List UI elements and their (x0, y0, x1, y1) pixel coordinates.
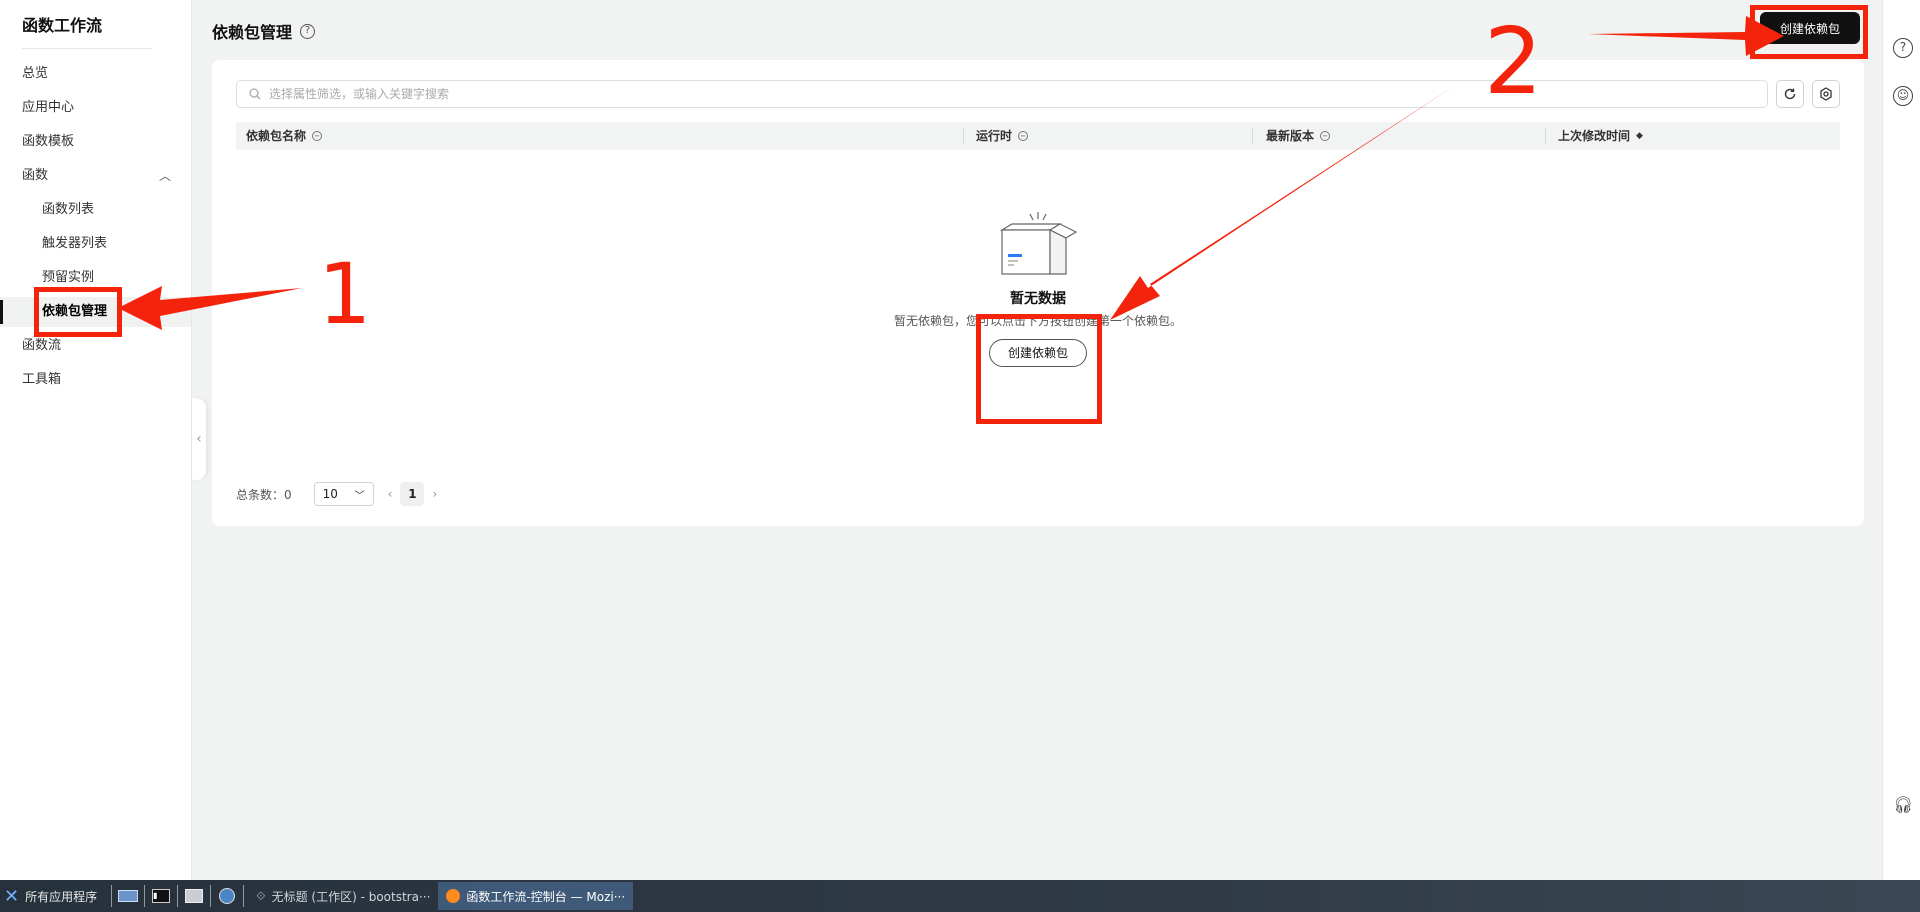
annotation-number-2: 2 (1484, 8, 1543, 115)
annotation-box-2 (1750, 5, 1868, 59)
help-circle-icon[interactable]: ? (1893, 38, 1913, 58)
sidebar-item-label: 函数 (22, 168, 49, 183)
xfce-logo-icon: ✕ (4, 885, 20, 907)
terminal-icon[interactable]: ▮ (149, 886, 173, 906)
sidebar: 函数工作流 总览 应用中心 函数模板 函数 ︿ 函数列表 触发器列表 预留实例 … (0, 0, 192, 880)
sidebar-item-templates[interactable]: 函数模板 (0, 127, 191, 157)
column-separator (1252, 128, 1253, 144)
annotation-box-1 (34, 287, 122, 337)
sidebar-item-trigger-list[interactable]: 触发器列表 (0, 229, 191, 259)
taskbar: ✕ 所有应用程序 ▮ ⟐ 无标题 (工作区) - bootstra··· 函数工… (0, 880, 1920, 912)
taskbar-task-vscode[interactable]: ⟐ 无标题 (工作区) - bootstra··· (248, 882, 438, 910)
vscode-icon: ⟐ (256, 888, 266, 903)
sidebar-item-toolbox[interactable]: 工具箱 (0, 365, 191, 395)
empty-box-icon (999, 212, 1078, 275)
settings-button[interactable] (1812, 80, 1840, 108)
sidebar-item-overview[interactable]: 总览 (0, 59, 191, 89)
firefox-icon (446, 889, 461, 903)
column-last-modified[interactable]: 上次修改时间 ◆ (1558, 122, 1643, 150)
page-title-text: 依赖包管理 (212, 23, 293, 42)
column-separator (963, 128, 964, 144)
filter-icon[interactable]: − (1320, 131, 1331, 141)
page-size-select[interactable]: 10 ﹀ (313, 482, 374, 506)
prev-page-button[interactable]: ‹ (388, 487, 393, 501)
refresh-button[interactable] (1776, 80, 1804, 108)
empty-title: 暂无数据 (1010, 291, 1066, 307)
page-title: 依赖包管理 ? (212, 19, 316, 43)
pagination: 总条数：0 10 ﹀ ‹ 1 › (236, 482, 437, 506)
refresh-icon (1784, 88, 1796, 100)
chevron-down-icon: ﹀ (354, 490, 365, 502)
sidebar-collapse-button[interactable]: ‹ (192, 398, 206, 480)
filter-icon[interactable]: − (1018, 131, 1029, 141)
column-separator (1545, 128, 1546, 144)
taskbar-task-firefox[interactable]: 函数工作流-控制台 — Mozi··· (438, 882, 634, 910)
annotation-box-3 (976, 314, 1102, 424)
smiley-feedback-icon[interactable]: ☺ (1893, 86, 1913, 106)
file-manager-icon[interactable] (182, 886, 206, 906)
annotation-number-1: 1 (318, 245, 372, 343)
total-count: 总条数：0 (236, 487, 292, 502)
chevron-up-icon: ︿ (158, 169, 171, 183)
search-icon (249, 88, 261, 100)
next-page-button[interactable]: › (432, 487, 437, 501)
right-rail: ? ☺ 🎧︎ (1882, 0, 1920, 880)
sidebar-item-functions[interactable]: 函数 ︿ (0, 161, 191, 191)
column-name[interactable]: 依赖包名称 − (246, 122, 323, 150)
sort-icon[interactable]: ◆ (1636, 122, 1643, 150)
sidebar-title: 函数工作流 (22, 16, 103, 35)
show-desktop-icon[interactable] (116, 886, 140, 906)
page-number-button[interactable]: 1 (400, 482, 425, 506)
taskbar-separator (243, 885, 245, 907)
web-browser-icon[interactable] (215, 886, 239, 906)
headset-support-icon[interactable]: 🎧︎ (1893, 796, 1913, 816)
column-latest-version[interactable]: 最新版本 − (1266, 122, 1331, 150)
gear-icon (1820, 87, 1832, 101)
chevron-left-icon: ‹ (196, 431, 202, 447)
dependency-card: 依赖包名称− 运行时− 最新版本− 上次修改时间◆ 暂无数据 暂无依赖包，您可以… (212, 60, 1864, 526)
sidebar-item-function-list[interactable]: 函数列表 (0, 195, 191, 225)
taskbar-separator (210, 885, 212, 907)
taskbar-separator (111, 885, 113, 907)
column-runtime[interactable]: 运行时 − (976, 122, 1029, 150)
taskbar-separator (177, 885, 179, 907)
search-input[interactable] (269, 87, 1669, 101)
start-menu-button[interactable]: ✕ 所有应用程序 (0, 880, 107, 912)
sidebar-item-app-center[interactable]: 应用中心 (0, 93, 191, 123)
table-header: 依赖包名称 − 运行时 − 最新版本 − 上次修改时间 ◆ (236, 122, 1840, 150)
taskbar-separator (144, 885, 146, 907)
sidebar-divider (22, 48, 152, 49)
filter-icon[interactable]: − (312, 131, 323, 141)
help-icon[interactable]: ? (300, 23, 316, 39)
